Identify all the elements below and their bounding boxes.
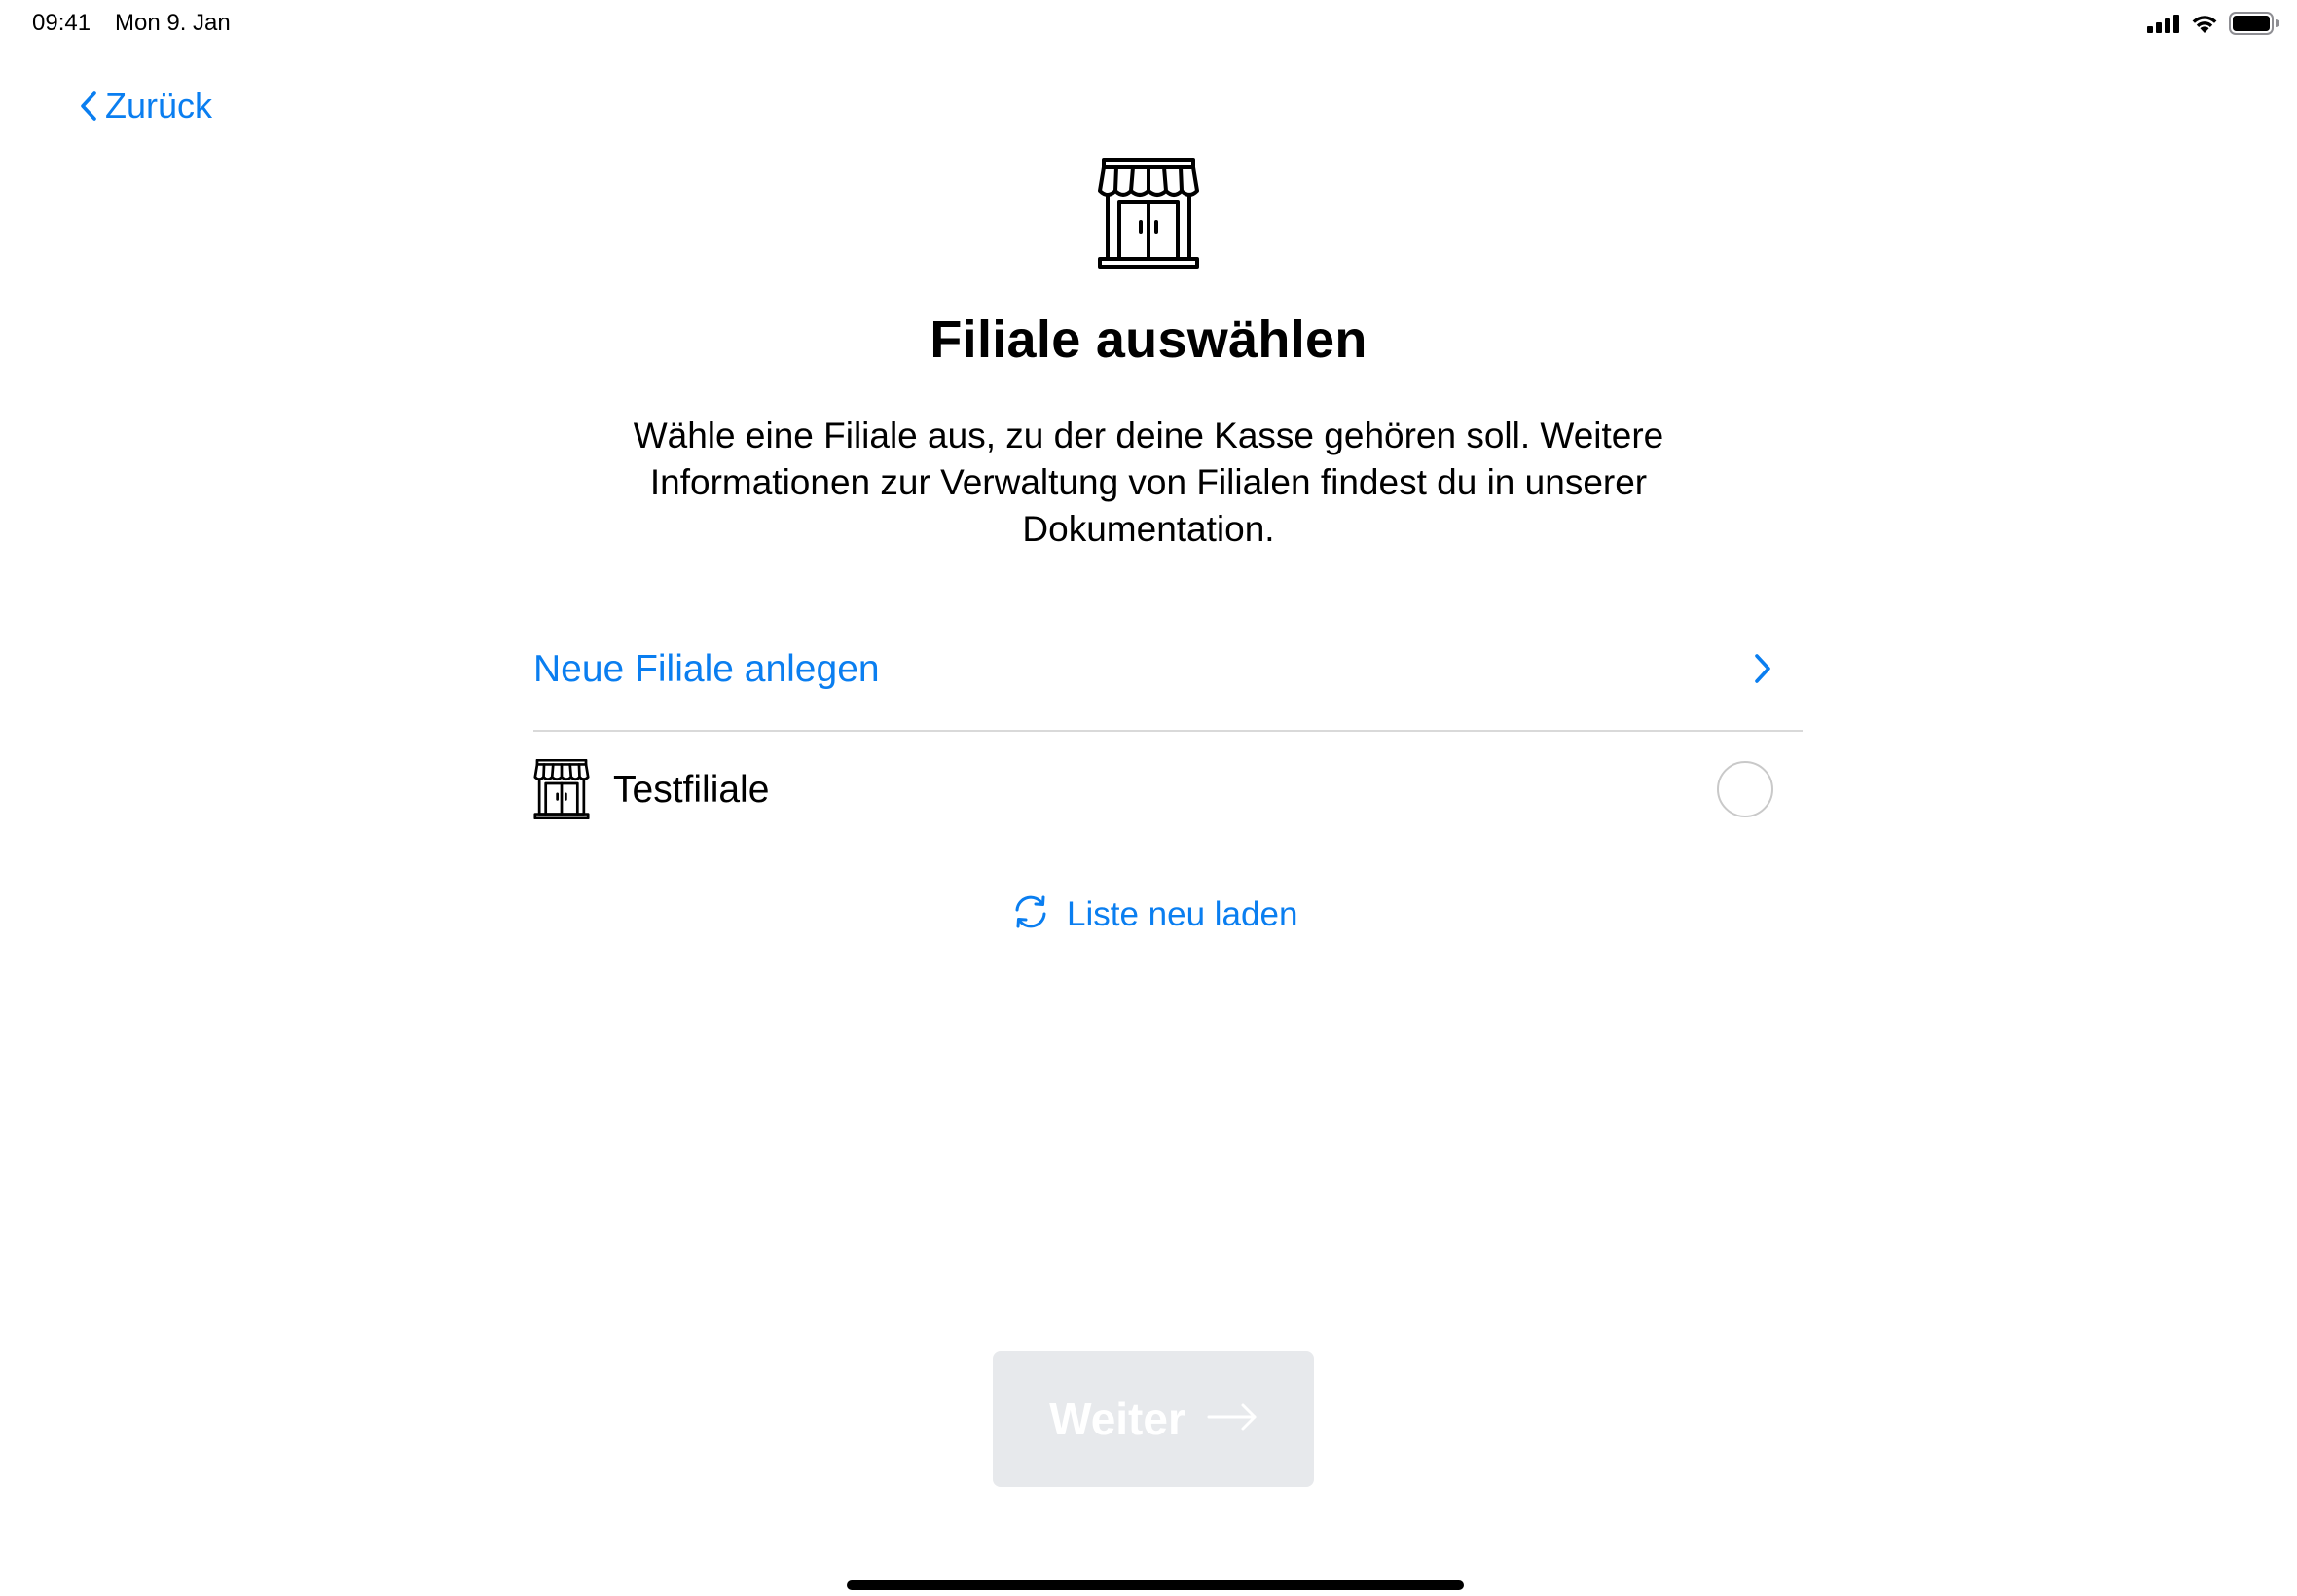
page-description: Wähle eine Filiale aus, zu der deine Kas…	[633, 416, 1664, 549]
store-list: Neue Filiale anlegen Testfiliale	[533, 615, 1803, 851]
status-date: Mon 9. Jan	[115, 10, 231, 36]
back-label: Zurück	[105, 86, 213, 126]
status-icons	[2147, 12, 2279, 35]
chevron-left-icon	[78, 90, 99, 123]
status-time: 09:41	[32, 10, 91, 36]
home-indicator	[847, 1580, 1464, 1590]
wifi-icon	[2190, 13, 2219, 34]
storefront-icon	[1098, 158, 1199, 269]
signal-icon	[2147, 14, 2180, 33]
store-radio[interactable]	[1717, 761, 1773, 817]
back-button[interactable]: Zurück	[78, 86, 212, 127]
page-title: Filiale auswählen	[930, 310, 1367, 369]
status-bar: 09:41 Mon 9. Jan	[0, 0, 2297, 47]
storefront-icon	[533, 758, 590, 820]
arrow-right-icon	[1207, 1402, 1258, 1436]
reload-button[interactable]: Liste neu laden	[1012, 893, 1297, 935]
new-store-row[interactable]: Neue Filiale anlegen	[533, 615, 1803, 732]
new-store-label: Neue Filiale anlegen	[533, 648, 880, 690]
battery-icon	[2229, 12, 2279, 35]
store-name: Testfiliale	[613, 769, 770, 811]
chevron-right-icon	[1752, 652, 1773, 690]
next-label: Weiter	[1049, 1394, 1185, 1444]
reload-label: Liste neu laden	[1067, 894, 1298, 933]
refresh-icon	[1012, 893, 1049, 935]
next-button[interactable]: Weiter	[993, 1351, 1314, 1487]
screen: 09:41 Mon 9. Jan Zurück Filiale auswähle…	[0, 0, 2297, 1596]
list-item[interactable]: Testfiliale	[533, 732, 1803, 851]
